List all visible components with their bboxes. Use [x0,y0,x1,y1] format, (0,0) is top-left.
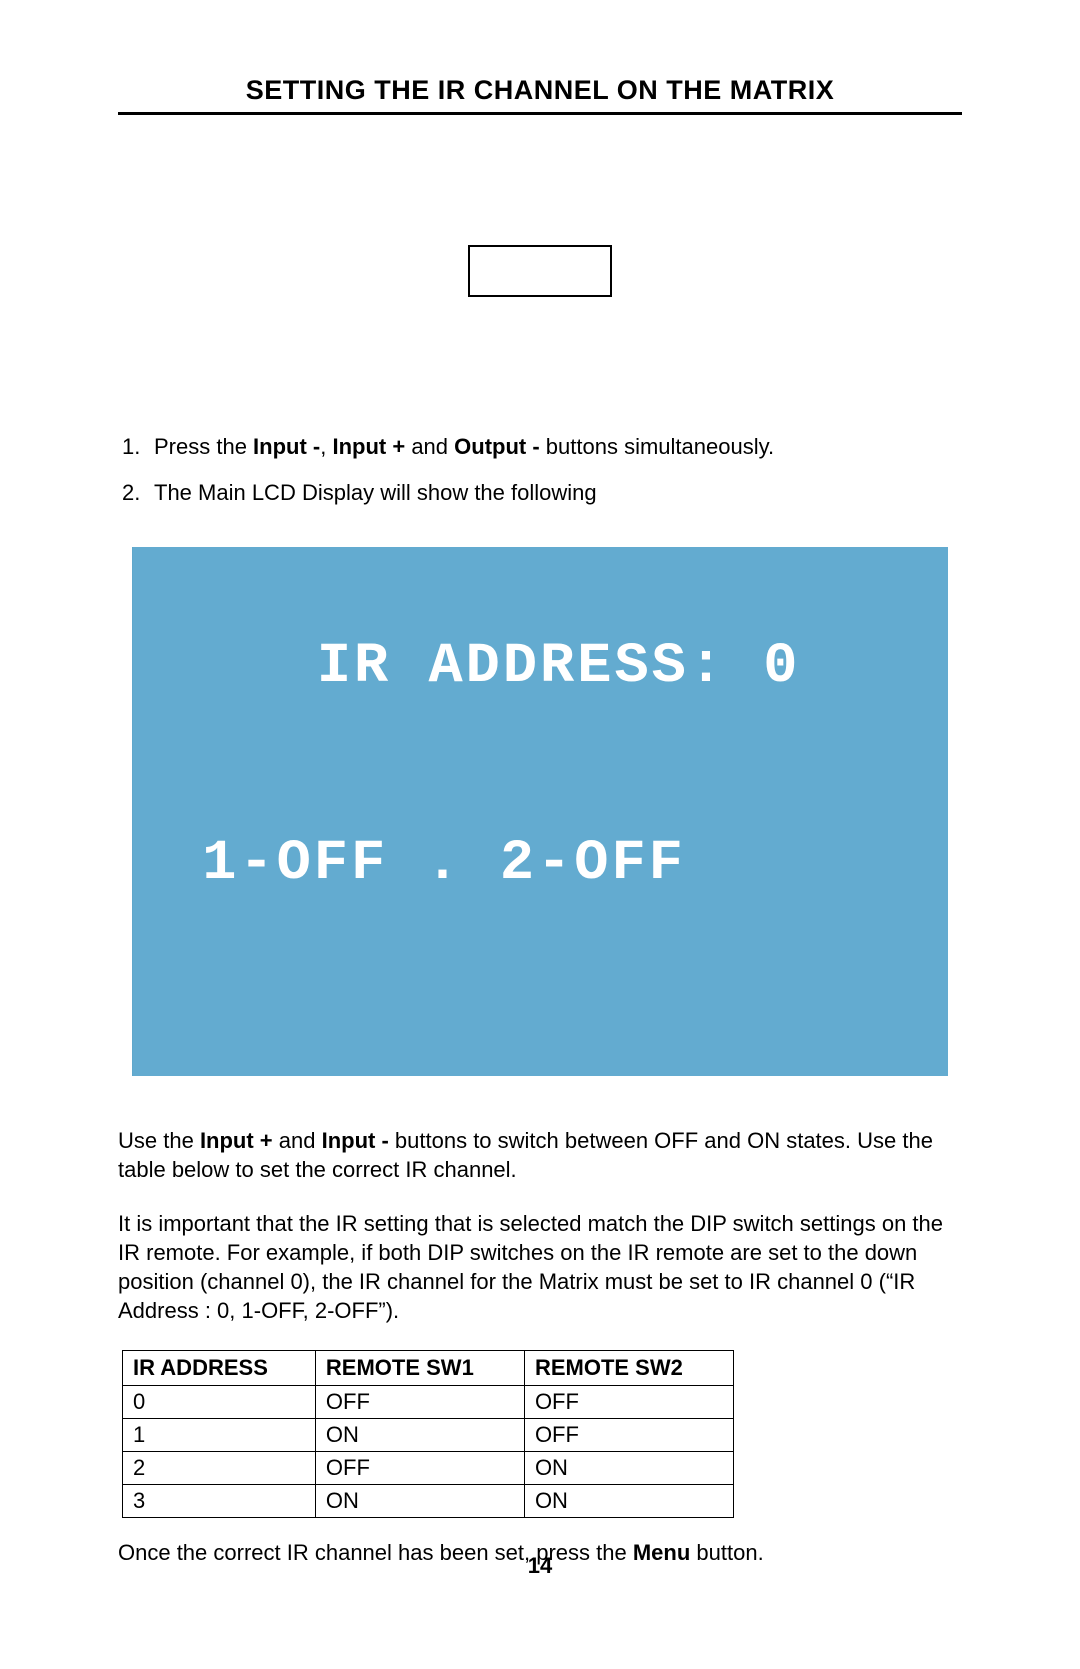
text: The Main LCD Display will show the follo… [154,480,597,505]
figure-placeholder [468,245,612,297]
step-number: 2. [122,478,154,508]
step-text: The Main LCD Display will show the follo… [154,478,962,508]
table-body: 0OFFOFF1ONOFF2OFFON3ONON [123,1385,734,1517]
bold-term: Output - [454,434,540,459]
table-cell: ON [315,1418,524,1451]
table-cell: OFF [524,1385,733,1418]
text: and [273,1128,322,1153]
text: Press the [154,434,253,459]
table-header-cell: REMOTE SW1 [315,1350,524,1385]
lcd-line-1: IR ADDRESS: 0 [317,635,801,699]
table-cell: 3 [123,1484,316,1517]
table-cell: 2 [123,1451,316,1484]
text: and [405,434,454,459]
figure-placeholder-wrap [118,245,962,302]
table-row: 0OFFOFF [123,1385,734,1418]
table-header-row: IR ADDRESSREMOTE SW1REMOTE SW2 [123,1350,734,1385]
step-item: 2.The Main LCD Display will show the fol… [118,478,962,508]
table-cell: ON [524,1484,733,1517]
table-cell: 1 [123,1418,316,1451]
step-item: 1.Press the Input -, Input + and Output … [118,432,962,462]
paragraph-1: Use the Input + and Input - buttons to s… [118,1126,962,1185]
lcd-display: IR ADDRESS: 0 1-OFF . 2-OFF [132,547,948,1076]
text: buttons simultaneously. [540,434,774,459]
bold-term: Input - [322,1128,389,1153]
page-title: SETTING THE IR CHANNEL ON THE MATRIX [118,75,962,115]
text: , [320,434,332,459]
step-text: Press the Input -, Input + and Output - … [154,432,962,462]
table-cell: 0 [123,1385,316,1418]
bold-term: Input - [253,434,320,459]
table-cell: ON [315,1484,524,1517]
table-cell: OFF [524,1418,733,1451]
lcd-line-2: 1-OFF . 2-OFF [168,832,912,898]
table-cell: OFF [315,1385,524,1418]
table-header-cell: REMOTE SW2 [524,1350,733,1385]
table-header-cell: IR ADDRESS [123,1350,316,1385]
table-row: 1ONOFF [123,1418,734,1451]
steps-list: 1.Press the Input -, Input + and Output … [118,432,962,507]
text: Use the [118,1128,200,1153]
bold-term: Input + [332,434,405,459]
step-number: 1. [122,432,154,462]
paragraph-2: It is important that the IR setting that… [118,1209,962,1326]
page-number: 14 [0,1553,1080,1579]
table-cell: ON [524,1451,733,1484]
table-row: 2OFFON [123,1451,734,1484]
table-row: 3ONON [123,1484,734,1517]
table-cell: OFF [315,1451,524,1484]
ir-address-table: IR ADDRESSREMOTE SW1REMOTE SW2 0OFFOFF1O… [122,1350,734,1518]
manual-page: SETTING THE IR CHANNEL ON THE MATRIX 1.P… [0,0,1080,1669]
bold-term: Input + [200,1128,273,1153]
